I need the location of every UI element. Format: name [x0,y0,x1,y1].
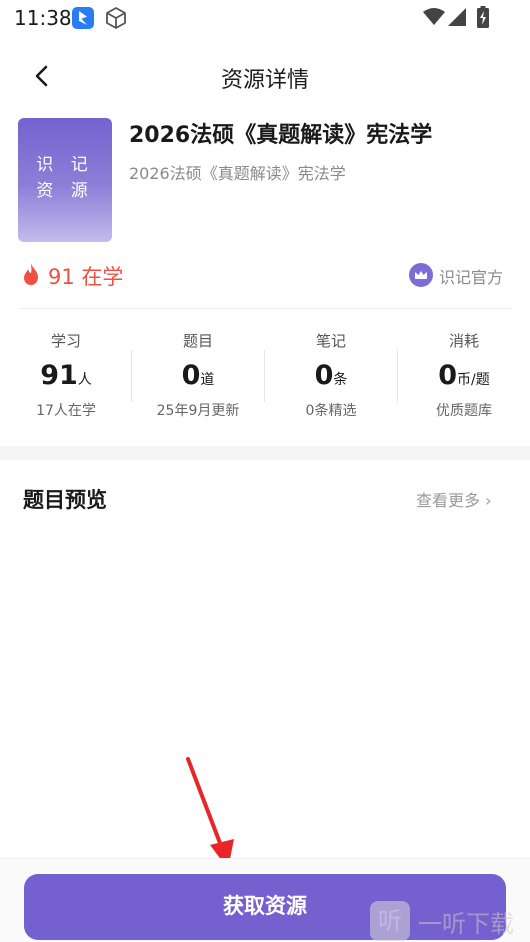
preview-section-title: 题目预览 [23,488,107,512]
red-arrow-annotation [186,757,234,869]
watermark-text: 一听下载 [418,910,514,938]
stat-study: 学习 91人 17人在学 [0,330,132,420]
study-count: 91 在学 [48,265,124,289]
stat-unit: 道 [200,372,215,388]
resource-subtitle: 2026法硕《真题解读》宪法学 [129,164,346,183]
stat-label: 题目 [182,332,213,350]
cube-icon [106,7,126,29]
stat-cost: 消耗 0币/题 优质题库 [398,330,530,420]
stat-unit: 币/题 [457,372,490,388]
stat-value: 0 [181,360,201,391]
stat-label: 笔记 [315,332,346,350]
stat-value: 91 [40,360,78,391]
cover-text: 识 记 资 源 [18,152,112,204]
crown-icon [409,263,433,287]
watermark-logo: 听 [370,901,410,941]
stat-unit: 条 [333,372,348,388]
divider [20,308,512,309]
back-arrow-icon[interactable] [28,62,56,90]
fire-icon [24,263,38,285]
resource-cover: 识 记 资 源 [18,118,112,242]
cover-text-line: 识 记 [36,155,94,175]
status-time: 11:38 [14,6,72,30]
signal-icon [448,8,466,26]
battery-icon [477,6,489,28]
wifi-icon [423,8,445,25]
stat-unit: 人 [77,372,92,388]
stat-sub: 17人在学 [36,403,96,419]
section-gap [0,446,530,460]
app-notification-icon [72,7,94,29]
nav-bar: 资源详情 [0,52,530,100]
view-more-link[interactable]: 查看更多 › [416,487,492,511]
stat-sub: 25年9月更新 [156,403,240,419]
stat-label: 学习 [50,332,81,350]
stat-value: 0 [314,360,334,391]
stat-value: 0 [438,360,458,391]
official-label: 识记官方 [439,268,504,287]
resource-title: 2026法硕《真题解读》宪法学 [129,123,433,148]
stat-sub: 0条精选 [305,403,357,419]
status-bar: 11:38 [0,0,530,36]
stat-questions: 题目 0道 25年9月更新 [132,330,264,420]
watermark: 听 一听下载 [370,899,530,942]
stat-label: 消耗 [448,332,479,350]
stat-notes: 笔记 0条 0条精选 [265,330,397,420]
page-title: 资源详情 [220,68,309,93]
cover-text-line: 资 源 [36,181,94,201]
stat-sub: 优质题库 [436,403,492,419]
